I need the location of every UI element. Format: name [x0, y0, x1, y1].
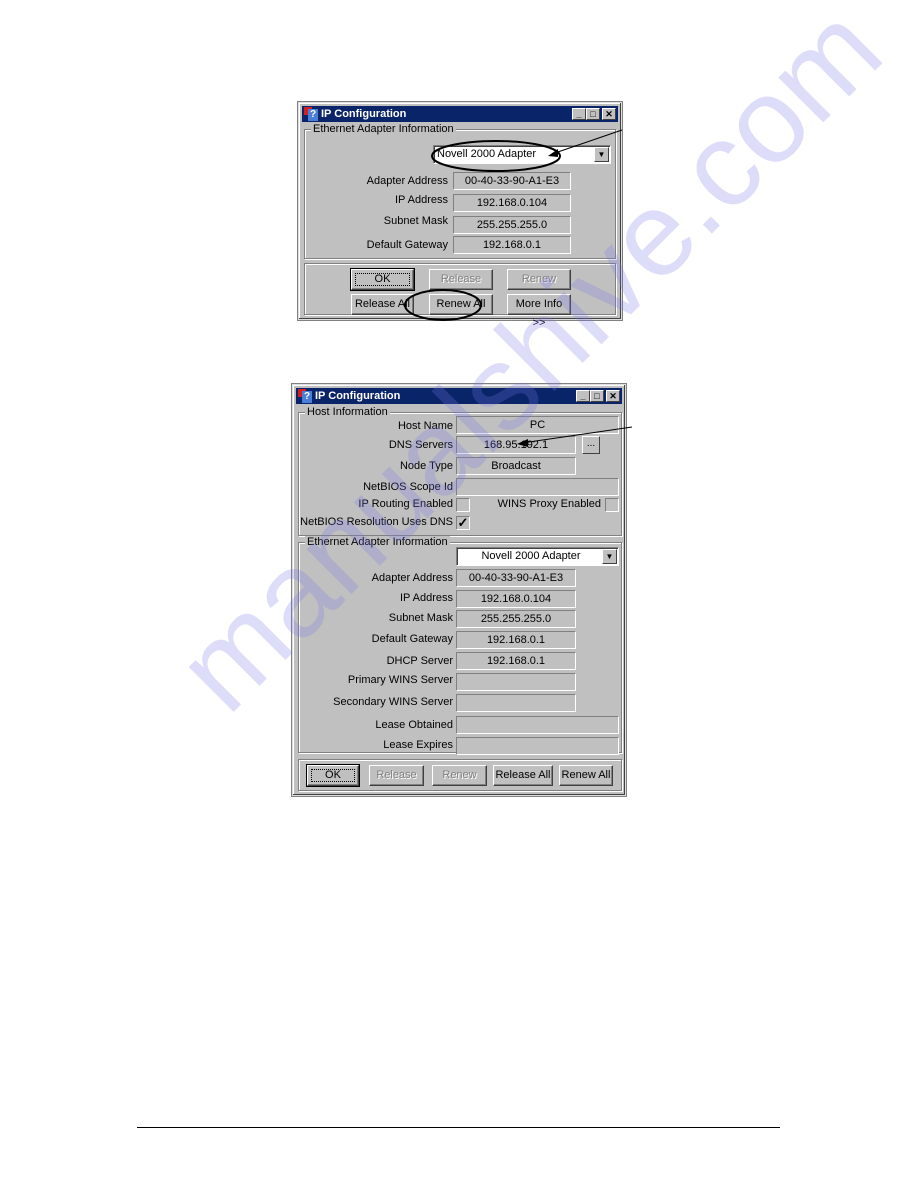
wins-proxy-checkbox[interactable]	[605, 498, 619, 512]
adapter-select-value: Novell 2000 Adapter	[437, 148, 537, 160]
adapter-address-field: 00-40-33-90-A1-E3	[456, 569, 576, 587]
ip-routing-checkbox[interactable]	[456, 498, 470, 512]
maximize-button[interactable]: □	[586, 108, 600, 120]
window-title: IP Configuration	[321, 108, 407, 120]
close-button[interactable]: ✕	[606, 390, 620, 402]
adapter-select[interactable]: Novell 2000 Adapter ▼	[433, 145, 611, 164]
ipconfig-app-icon: ?	[304, 107, 318, 121]
title-bar[interactable]: ? IP Configuration _ □ ✕	[302, 106, 618, 122]
release-all-button[interactable]: Release All	[493, 765, 553, 786]
dns-servers-label: DNS Servers	[388, 439, 453, 451]
ethernet-adapter-group: Ethernet Adapter Information Novell 2000…	[298, 536, 622, 755]
renew-button[interactable]: Renew	[507, 269, 571, 290]
ip-config-dialog-compact: ? IP Configuration _ □ ✕ Ethernet Adapte…	[297, 101, 623, 329]
secondary-wins-field	[456, 694, 576, 712]
ip-address-field: 192.168.0.104	[456, 590, 576, 608]
page-footer-rule	[137, 1127, 780, 1128]
release-all-button[interactable]: Release All	[351, 294, 414, 315]
group-label: Ethernet Adapter Information	[311, 123, 456, 135]
adapter-address-field: 00-40-33-90-A1-E3	[453, 172, 571, 190]
default-gateway-field: 192.168.0.1	[453, 236, 571, 254]
renew-all-button[interactable]: Renew All	[559, 765, 613, 786]
lease-expires-field	[456, 737, 619, 755]
ip-routing-label: IP Routing Enabled	[358, 498, 453, 510]
minimize-button[interactable]: _	[576, 390, 590, 402]
lease-obtained-field	[456, 716, 619, 734]
field-label: Subnet Mask	[383, 215, 448, 227]
dns-more-button[interactable]: ...	[582, 436, 600, 454]
field-label: Adapter Address	[366, 175, 448, 187]
more-info-button[interactable]: More Info >>	[507, 294, 571, 329]
ip-address-field: 192.168.0.104	[453, 194, 571, 212]
chevron-down-icon[interactable]: ▼	[594, 147, 609, 162]
field-label: Default Gateway	[366, 239, 448, 251]
adapter-select[interactable]: Novell 2000 Adapter ▼	[456, 547, 619, 566]
field-label: Primary WINS Server	[347, 674, 453, 686]
renew-button[interactable]: Renew	[432, 765, 487, 786]
subnet-mask-field: 255.255.255.0	[456, 610, 576, 628]
primary-wins-field	[456, 673, 576, 691]
close-button[interactable]: ✕	[602, 108, 616, 120]
title-bar[interactable]: ? IP Configuration _ □ ✕	[296, 388, 622, 404]
field-label: IP Address	[400, 592, 453, 604]
adapter-select-value: Novell 2000 Adapter	[481, 550, 581, 562]
window-title: IP Configuration	[315, 390, 401, 402]
field-label: Adapter Address	[371, 572, 453, 584]
dns-servers-field: 168.95.192.1	[456, 436, 576, 454]
netbios-dns-label: NetBIOS Resolution Uses DNS	[300, 516, 453, 528]
ethernet-adapter-group: Ethernet Adapter Information Novell 2000…	[304, 123, 616, 259]
group-label: Host Information	[305, 406, 390, 418]
minimize-button[interactable]: _	[572, 108, 586, 120]
field-label: Lease Obtained	[375, 719, 453, 731]
field-label: Secondary WINS Server	[333, 696, 453, 708]
field-label: IP Address	[395, 194, 448, 206]
host-name-field: PC	[456, 416, 619, 434]
group-label: Ethernet Adapter Information	[305, 536, 450, 548]
default-gateway-field: 192.168.0.1	[456, 631, 576, 649]
ip-config-dialog-detailed: ? IP Configuration _ □ ✕ Host Informatio…	[291, 383, 627, 797]
chevron-down-icon[interactable]: ▼	[602, 549, 617, 564]
ok-button[interactable]: OK	[350, 268, 415, 291]
netbios-dns-checkbox[interactable]: ✓	[456, 516, 470, 530]
netbios-scope-label: NetBIOS Scope Id	[363, 481, 453, 493]
subnet-mask-field: 255.255.255.0	[453, 216, 571, 234]
netbios-scope-field	[456, 478, 619, 496]
host-information-group: Host Information Host Name PC DNS Server…	[298, 406, 622, 536]
node-type-field: Broadcast	[456, 457, 576, 475]
node-type-label: Node Type	[399, 460, 453, 472]
field-label: Subnet Mask	[388, 612, 453, 624]
wins-proxy-label: WINS Proxy Enabled	[497, 498, 601, 510]
host-name-label: Host Name	[397, 420, 453, 432]
field-label: DHCP Server	[386, 655, 453, 667]
field-label: Lease Expires	[383, 739, 453, 751]
renew-all-button[interactable]: Renew All	[429, 294, 493, 315]
dhcp-server-field: 192.168.0.1	[456, 652, 576, 670]
maximize-button[interactable]: □	[590, 390, 604, 402]
release-button[interactable]: Release	[369, 765, 424, 786]
ok-button[interactable]: OK	[306, 764, 360, 787]
release-button[interactable]: Release	[429, 269, 493, 290]
field-label: Default Gateway	[371, 633, 453, 645]
ipconfig-app-icon: ?	[298, 389, 312, 403]
